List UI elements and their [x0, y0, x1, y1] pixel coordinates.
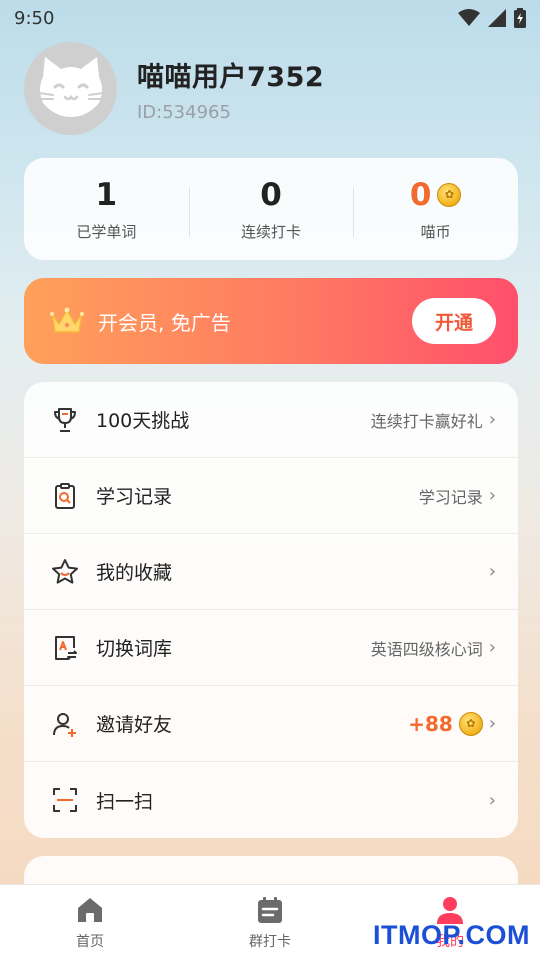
chevron-right-icon: › — [488, 561, 496, 582]
status-bar: 9:50 — [0, 0, 540, 36]
stat-value: 1 — [95, 176, 118, 213]
book-switch-icon — [50, 633, 80, 663]
menu-list: 100天挑战 连续打卡赢好礼 › 学习记录 学习记录 › 我的收藏 › 切换词库… — [24, 382, 518, 838]
battery-icon — [514, 8, 526, 28]
menu-item-switch-wordbank[interactable]: 切换词库 英语四级核心词 › — [24, 610, 518, 686]
add-user-icon — [50, 709, 80, 739]
tab-label: 首页 — [76, 934, 104, 950]
stat-label: 连续打卡 — [241, 222, 302, 241]
stat-value: 0 — [260, 176, 282, 213]
trophy-icon — [50, 405, 80, 435]
status-time: 9:50 — [14, 7, 55, 29]
menu-extra: 英语四级核心词 — [370, 639, 483, 659]
chevron-right-icon: › — [488, 485, 496, 506]
wifi-icon — [458, 9, 480, 26]
stat-checkin-streak[interactable]: 0 连续打卡 — [188, 176, 354, 242]
username: 喵喵用户7352 — [137, 61, 325, 93]
chevron-right-icon: › — [488, 713, 496, 734]
chevron-right-icon: › — [488, 789, 496, 811]
menu-item-scan[interactable]: 扫一扫 › — [24, 762, 518, 838]
stat-label: 已学单词 — [76, 222, 137, 241]
coin-icon: ✿ — [458, 711, 483, 736]
invite-reward: +88 ✿ — [408, 711, 483, 736]
coin-icon: ✿ — [437, 182, 462, 207]
menu-label: 切换词库 — [96, 638, 173, 660]
menu-label: 邀请好友 — [96, 714, 173, 736]
profile-header[interactable]: 喵喵用户7352 ID:534965 — [24, 42, 324, 135]
menu-extra: 学习记录 — [418, 487, 483, 507]
vip-text: 开会员, 免广告 — [98, 310, 231, 335]
menu-label: 学习记录 — [96, 486, 173, 508]
menu-item-100-day-challenge[interactable]: 100天挑战 连续打卡赢好礼 › — [24, 382, 518, 458]
chevron-right-icon: › — [488, 409, 496, 430]
home-icon — [78, 898, 102, 922]
status-icons — [458, 8, 526, 28]
stat-coins[interactable]: 0 ✿ 喵币 — [353, 177, 518, 242]
stat-value: 0 — [409, 176, 432, 213]
calendar-icon — [258, 897, 282, 923]
menu-item-study-record[interactable]: 学习记录 学习记录 › — [24, 458, 518, 534]
user-id: ID:534965 — [137, 101, 231, 123]
star-icon — [50, 557, 80, 587]
clipboard-search-icon — [50, 481, 80, 511]
tab-group-checkin[interactable]: 群打卡 — [180, 885, 360, 960]
menu-item-invite-friends[interactable]: 邀请好友 +88 ✿ › — [24, 686, 518, 762]
menu-item-favorites[interactable]: 我的收藏 › — [24, 534, 518, 610]
tab-home[interactable]: 首页 — [0, 885, 180, 960]
menu-extra: 连续打卡赢好礼 — [370, 411, 483, 431]
avatar[interactable] — [24, 42, 117, 135]
cat-avatar-icon — [37, 56, 104, 117]
menu-extra: +88 — [408, 711, 453, 736]
stats-card: 1 已学单词 0 连续打卡 0 ✿ 喵币 — [24, 158, 518, 260]
stat-learned-words[interactable]: 1 已学单词 — [24, 177, 189, 242]
chevron-right-icon: › — [488, 637, 496, 658]
menu-label: 100天挑战 — [96, 410, 190, 432]
watermark-logo: ITMOP.COM — [372, 920, 530, 950]
signal-icon — [488, 9, 506, 27]
vip-banner[interactable]: 开会员, 免广告 开通 — [24, 278, 518, 364]
stat-value-row: 0 ✿ — [353, 177, 518, 213]
vip-open-button[interactable]: 开通 — [412, 298, 496, 344]
stat-label: 喵币 — [420, 222, 451, 241]
crown-icon — [50, 307, 84, 333]
menu-label: 扫一扫 — [96, 790, 154, 813]
tab-label: 群打卡 — [249, 934, 291, 950]
menu-label: 我的收藏 — [96, 562, 173, 584]
scan-icon — [50, 785, 80, 815]
